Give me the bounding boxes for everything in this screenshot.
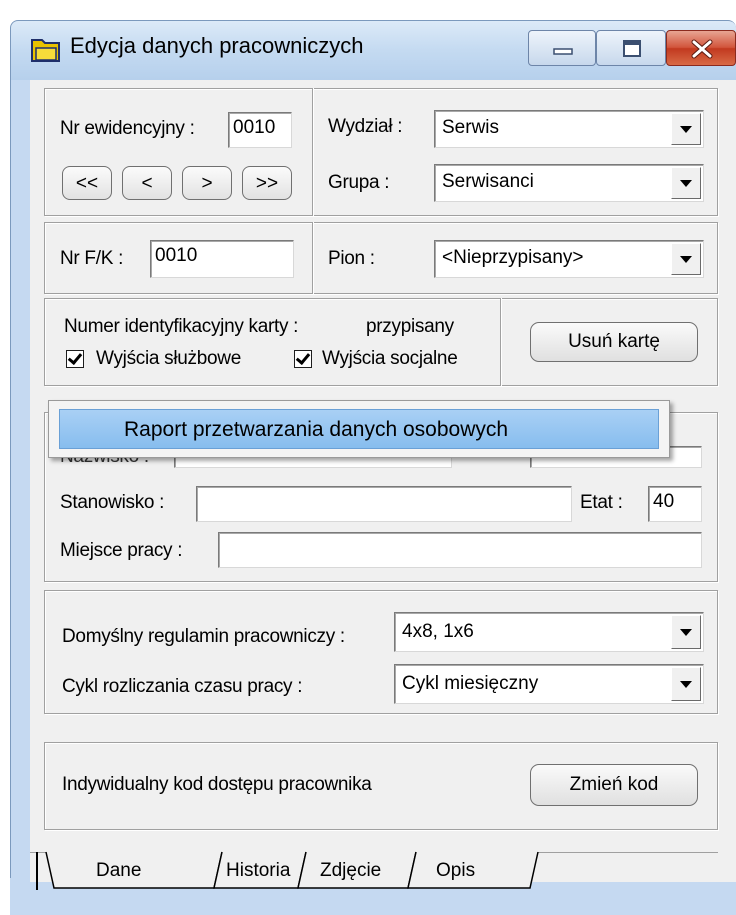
card-id-label: Numer identyfikacyjny karty : (64, 316, 299, 337)
minimize-icon (553, 48, 573, 55)
card-divider (500, 298, 501, 386)
menu-item-raport-label: Raport przetwarzania danych osobowych (124, 418, 509, 441)
wyjscia-socjalne-checkbox[interactable] (294, 350, 312, 368)
chevron-down-icon[interactable] (671, 113, 701, 145)
chevron-down-icon[interactable] (671, 243, 701, 275)
pion-label: Pion : (328, 248, 375, 269)
access-code-label: Indywidualny kod dostępu pracownika (62, 774, 372, 795)
pion-combo[interactable]: <Nieprzypisany> (434, 240, 704, 278)
cykl-label: Cykl rozliczania czasu pracy : (62, 676, 303, 697)
context-menu: Raport przetwarzania danych osobowych (48, 400, 670, 458)
cykl-value: Cykl miesięczny (402, 673, 539, 694)
tab-historia[interactable]: Historia (226, 860, 290, 882)
regulamin-label: Domyślny regulamin pracowniczy : (62, 626, 345, 647)
nav-last-button[interactable]: >> (242, 166, 292, 200)
nav-prev-button[interactable]: < (122, 166, 172, 200)
menu-item-raport[interactable]: Raport przetwarzania danych osobowych (59, 409, 659, 449)
chevron-down-icon[interactable] (671, 615, 701, 649)
tab-dane[interactable]: Dane (96, 860, 141, 882)
wyjscia-sluzbowe-label: Wyjścia służbowe (96, 348, 241, 369)
close-button[interactable] (666, 30, 736, 66)
wyjscia-sluzbowe-checkbox[interactable] (66, 350, 84, 368)
stanowisko-field[interactable] (196, 486, 572, 522)
pion-value: <Nieprzypisany> (442, 247, 584, 268)
record-divider (312, 88, 313, 216)
grupa-label: Grupa : (328, 172, 390, 193)
change-code-button[interactable]: Zmień kod (530, 764, 698, 806)
nav-first-button[interactable]: << (62, 166, 112, 200)
nav-next-button[interactable]: > (182, 166, 232, 200)
miejsce-pracy-label: Miejsce pracy : (60, 540, 183, 561)
regulamin-value: 4x8, 1x6 (402, 621, 474, 642)
wydzial-value: Serwis (442, 117, 500, 138)
chevron-down-icon[interactable] (671, 167, 701, 199)
nr-ewidencyjny-label: Nr ewidencyjny : (60, 118, 195, 139)
nr-fk-label: Nr F/K : (60, 248, 124, 269)
fk-divider (312, 222, 313, 294)
maximize-icon (623, 40, 641, 57)
close-icon (691, 39, 713, 59)
window-frame-left (10, 80, 30, 915)
wyjscia-socjalne-label: Wyjścia socjalne (322, 348, 458, 369)
tab-opis[interactable]: Opis (436, 860, 475, 882)
stanowisko-label: Stanowisko : (60, 492, 165, 513)
miejsce-pracy-field[interactable] (218, 532, 702, 568)
tab-zdjecie[interactable]: Zdjęcie (320, 860, 381, 882)
grupa-value: Serwisanci (442, 171, 534, 192)
wydzial-label: Wydział : (328, 116, 403, 137)
remove-card-button[interactable]: Usuń kartę (530, 322, 698, 362)
etat-label: Etat : (580, 492, 623, 513)
window-title: Edycja danych pracowniczych (70, 33, 364, 58)
nr-fk-field[interactable]: 0010 (150, 240, 294, 278)
wydzial-combo[interactable]: Serwis (434, 110, 704, 148)
chevron-down-icon[interactable] (671, 667, 701, 701)
regulamin-combo[interactable]: 4x8, 1x6 (394, 612, 704, 652)
etat-field[interactable]: 40 (648, 486, 702, 522)
app-folder-icon (31, 39, 60, 62)
card-status: przypisany (366, 316, 454, 337)
minimize-button[interactable] (528, 30, 596, 66)
grupa-combo[interactable]: Serwisanci (434, 164, 704, 202)
cykl-combo[interactable]: Cykl miesięczny (394, 664, 704, 704)
nr-ewidencyjny-field[interactable]: 0010 (228, 112, 292, 148)
maximize-button[interactable] (596, 30, 666, 66)
window: Edycja danych pracowniczych Nr ewidencyj… (0, 0, 736, 915)
